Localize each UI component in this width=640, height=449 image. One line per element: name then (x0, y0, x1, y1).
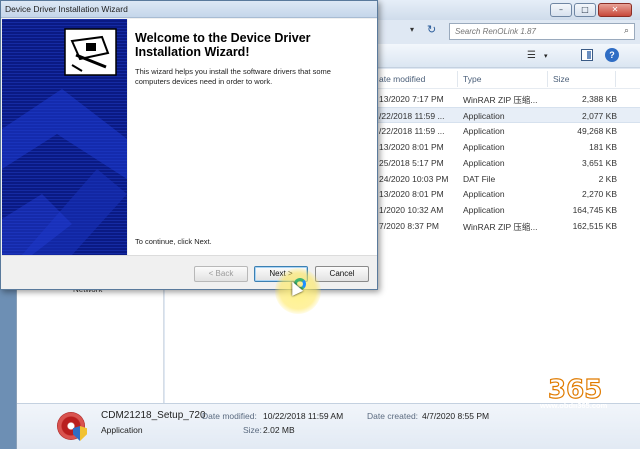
wizard-banner (2, 19, 127, 255)
file-date-modified: 13/2020 8:01 PM (379, 141, 444, 152)
search-box[interactable]: ⌕ (449, 23, 635, 40)
file-date-modified: /22/2018 11:59 ... (379, 125, 445, 136)
file-size: 2,270 KB (582, 189, 617, 200)
help-icon[interactable]: ? (605, 48, 619, 62)
file-type: Application (463, 141, 505, 152)
installer-file-icon (57, 412, 89, 442)
details-size-label: Size: (243, 425, 262, 435)
details-created-label: Date created: (367, 411, 419, 421)
file-size: 164,745 KB (572, 205, 617, 216)
file-size: 181 KB (589, 141, 617, 152)
column-divider (547, 71, 548, 87)
refresh-icon[interactable]: ↻ (427, 23, 436, 36)
views-dropdown-icon[interactable]: ▾ (544, 52, 548, 60)
wizard-titlebar[interactable]: Device Driver Installation Wizard (1, 1, 377, 18)
file-size: 2,077 KB (582, 110, 617, 121)
file-type: WinRAR ZIP 压缩... (463, 95, 538, 105)
driver-wizard-dialog: Device Driver Installation Wizard Welcom… (0, 0, 378, 290)
details-modified-value: 10/22/2018 11:59 AM (263, 411, 344, 421)
wizard-content: Welcome to the Device Driver Installatio… (128, 19, 377, 255)
search-input[interactable] (450, 24, 610, 39)
back-button[interactable]: < Back (194, 266, 248, 282)
column-header-type[interactable]: Type (463, 74, 481, 84)
watermark-logo: 365 www.obdii365.com (539, 374, 608, 410)
file-type: Application (463, 157, 505, 168)
file-date-modified: 7/2020 8:37 PM (379, 221, 440, 232)
details-modified-label: Date modified: (202, 411, 257, 421)
file-date-modified: 1/2020 10:32 AM (379, 205, 444, 216)
file-size: 3,651 KB (582, 157, 617, 168)
obdii365-watermark: 365 www.obdii365.com (538, 370, 634, 410)
hardware-card-icon (64, 28, 117, 76)
details-type: Application (101, 425, 143, 435)
wizard-heading: Welcome to the Device Driver Installatio… (135, 31, 311, 59)
maximize-button[interactable]: □ (574, 3, 596, 17)
watermark-url: www.obdii365.com (539, 401, 608, 410)
file-date-modified: 24/2020 10:03 PM (379, 173, 449, 184)
column-divider (457, 71, 458, 87)
file-date-modified: 13/2020 8:01 PM (379, 189, 444, 200)
file-type: Application (463, 110, 505, 121)
file-size: 2 KB (598, 173, 617, 184)
file-size: 2,388 KB (582, 94, 617, 104)
file-size: 49,268 KB (577, 125, 617, 136)
views-icon[interactable]: ☰ (527, 50, 536, 61)
wizard-button-bar: < Back Next > Cancel (2, 255, 377, 289)
file-type: Application (463, 125, 505, 136)
window-controls: – □ ✕ (550, 3, 632, 17)
wizard-description: This wizard helps you install the softwa… (135, 67, 331, 86)
file-type: WinRAR ZIP 压缩... (463, 222, 538, 233)
file-date-modified: /22/2018 11:59 ... (379, 110, 445, 121)
search-icon[interactable]: ⌕ (624, 26, 629, 36)
minimize-button[interactable]: – (550, 3, 572, 17)
wizard-title: Device Driver Installation Wizard (5, 4, 128, 14)
file-date-modified: 13/2020 7:17 PM (379, 94, 444, 104)
address-dropdown-icon[interactable]: ▾ (410, 25, 414, 34)
file-type: Application (463, 189, 505, 200)
preview-pane-icon[interactable] (581, 49, 593, 61)
wizard-banner-art (2, 19, 127, 255)
close-button[interactable]: ✕ (598, 3, 632, 17)
details-size-value: 2.02 MB (263, 425, 295, 435)
file-date-modified: 25/2018 5:17 PM (379, 157, 444, 168)
file-type: DAT File (463, 173, 496, 184)
column-divider (615, 71, 616, 87)
details-created-value: 4/7/2020 8:55 PM (422, 411, 490, 421)
file-size: 162,515 KB (572, 221, 617, 232)
wizard-continue-text: To continue, click Next. (135, 237, 212, 246)
column-header-date[interactable]: ate modified (379, 74, 425, 84)
column-header-size[interactable]: Size (553, 74, 570, 84)
file-type: Application (463, 205, 505, 216)
cancel-button[interactable]: Cancel (315, 266, 369, 282)
details-filename: CDM21218_Setup_720 (101, 410, 206, 421)
